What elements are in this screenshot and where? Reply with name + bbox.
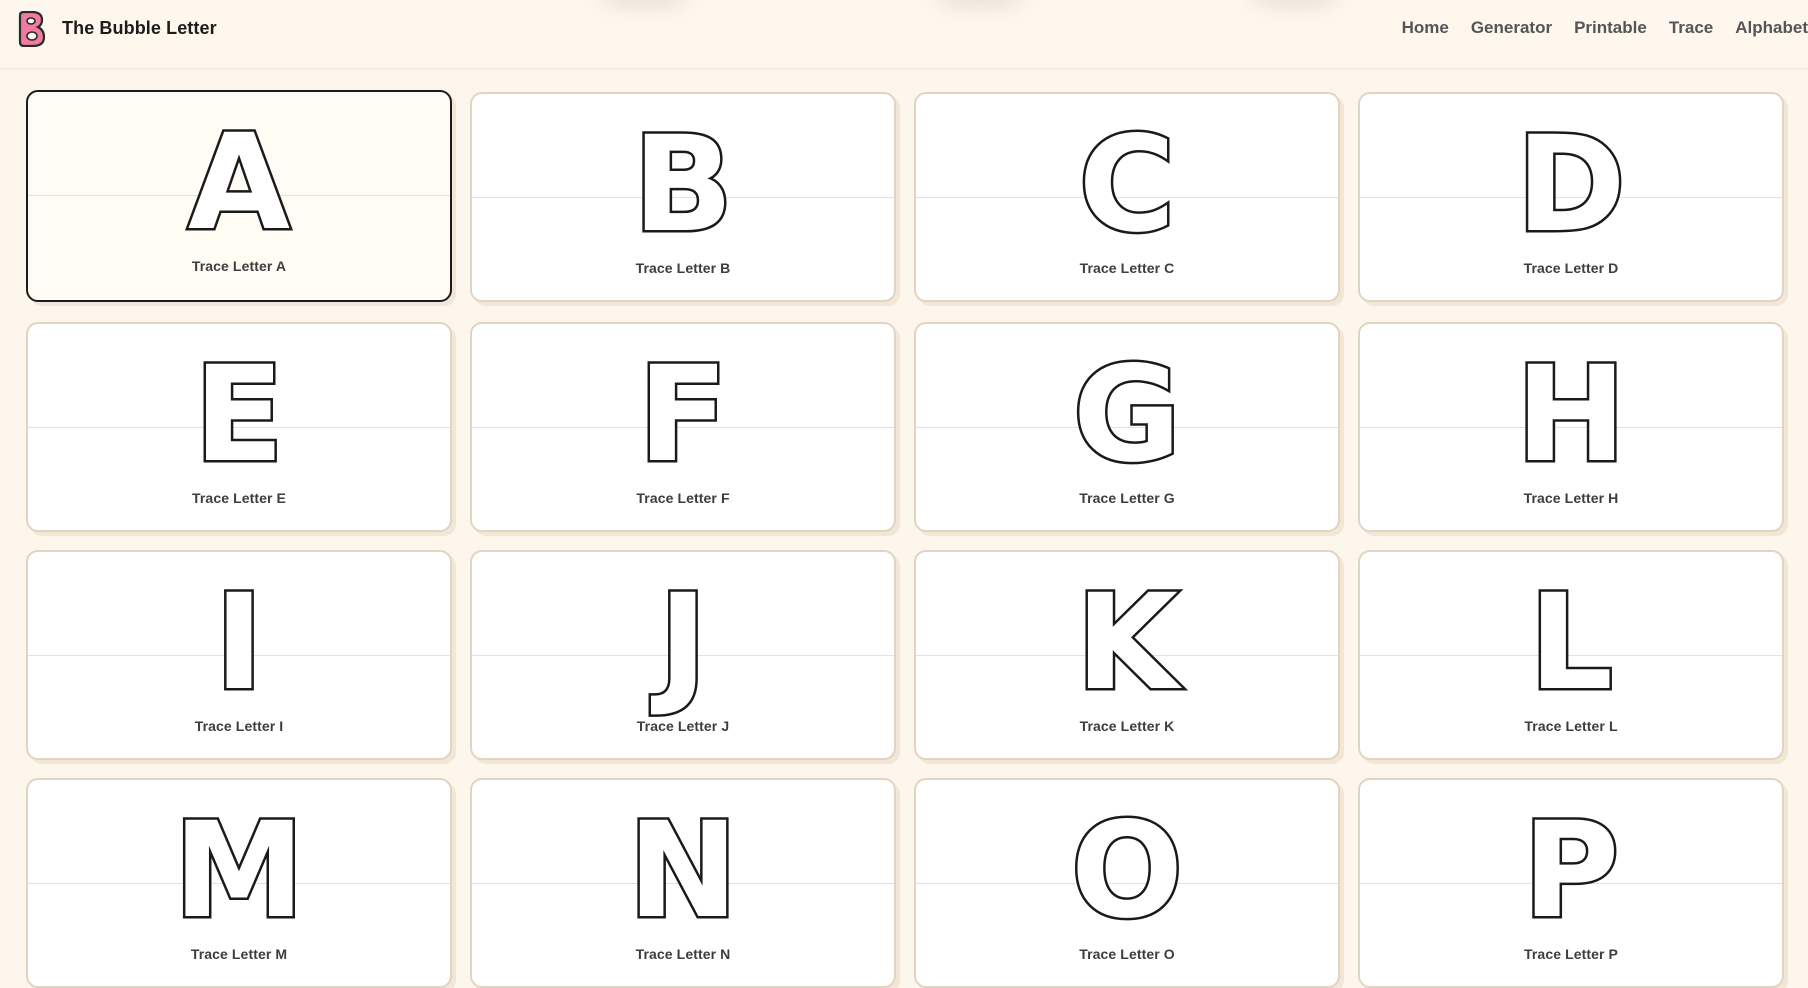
trace-card-m[interactable]: M Trace Letter M <box>26 778 452 988</box>
bubble-letter-glyph: K <box>1073 566 1180 720</box>
nav-generator[interactable]: Generator <box>1471 18 1552 38</box>
card-caption: Trace Letter I <box>194 718 284 734</box>
trace-card-f[interactable]: F Trace Letter F <box>470 322 896 532</box>
bubble-letter-glyph: C <box>1076 108 1178 262</box>
trace-card-j[interactable]: J Trace Letter J <box>470 550 896 760</box>
card-caption: Trace Letter C <box>1079 260 1175 276</box>
card-caption: Trace Letter F <box>636 490 730 506</box>
trace-card-p[interactable]: P Trace Letter P <box>1358 778 1784 988</box>
card-caption: Trace Letter P <box>1524 946 1618 962</box>
bubble-letter-glyph: B <box>630 108 736 262</box>
main-nav: Home Generator Printable Trace Alphabet <box>1380 18 1808 38</box>
card-caption: Trace Letter D <box>1523 260 1619 276</box>
trace-card-b[interactable]: B Trace Letter B <box>470 92 896 302</box>
bubble-letter-glyph: D <box>1514 108 1629 262</box>
card-caption: Trace Letter E <box>192 490 286 506</box>
card-caption: Trace Letter O <box>1079 946 1175 962</box>
trace-card-a[interactable]: A Trace Letter A <box>26 90 452 302</box>
card-caption: Trace Letter G <box>1079 490 1175 506</box>
bubble-letter-glyph: H <box>1513 338 1628 492</box>
bubble-letter-glyph: L <box>1526 566 1615 720</box>
trace-card-o[interactable]: O Trace Letter O <box>914 778 1340 988</box>
nav-home[interactable]: Home <box>1402 18 1449 38</box>
bubble-letter-glyph: A <box>185 106 292 260</box>
card-caption: Trace Letter B <box>635 260 731 276</box>
bubble-letter-glyph: I <box>212 566 266 720</box>
trace-card-l[interactable]: L Trace Letter L <box>1358 550 1784 760</box>
bubble-letter-glyph: J <box>656 566 710 720</box>
bubble-letter-glyph: P <box>1520 794 1622 948</box>
card-caption: Trace Letter L <box>1524 718 1618 734</box>
trace-card-g[interactable]: G Trace Letter G <box>914 322 1340 532</box>
trace-card-e[interactable]: E Trace Letter E <box>26 322 452 532</box>
card-caption: Trace Letter N <box>635 946 731 962</box>
trace-card-h[interactable]: H Trace Letter H <box>1358 322 1784 532</box>
trace-card-d[interactable]: D Trace Letter D <box>1358 92 1784 302</box>
bubble-letter-glyph: F <box>635 338 730 492</box>
card-caption: Trace Letter K <box>1079 718 1175 734</box>
bubble-letter-b-icon[interactable] <box>14 11 46 47</box>
nav-trace[interactable]: Trace <box>1669 18 1713 38</box>
bubble-letter-glyph: G <box>1070 338 1183 492</box>
nav-alphabet[interactable]: Alphabet <box>1735 18 1808 38</box>
trace-card-k[interactable]: K Trace Letter K <box>914 550 1340 760</box>
card-caption: Trace Letter M <box>190 946 288 962</box>
site-title[interactable]: The Bubble Letter <box>62 18 217 39</box>
bubble-letter-glyph: N <box>625 794 740 948</box>
site-header: The Bubble Letter Home Generator Printab… <box>0 0 1808 69</box>
trace-card-c[interactable]: C Trace Letter C <box>914 92 1340 302</box>
card-caption: Trace Letter J <box>636 718 730 734</box>
card-caption: Trace Letter A <box>191 258 287 274</box>
decorative-blob <box>935 0 1025 8</box>
trace-card-n[interactable]: N Trace Letter N <box>470 778 896 988</box>
bubble-letter-glyph: M <box>171 794 307 948</box>
trace-card-i[interactable]: I Trace Letter I <box>26 550 452 760</box>
trace-letter-grid: A Trace Letter A B Trace Letter B C Trac… <box>26 90 1786 988</box>
decorative-blob <box>1250 0 1340 8</box>
decorative-blob <box>600 0 690 8</box>
card-caption: Trace Letter H <box>1523 490 1619 506</box>
bubble-letter-glyph: E <box>191 338 286 492</box>
nav-printable[interactable]: Printable <box>1574 18 1647 38</box>
bubble-letter-glyph: O <box>1068 794 1185 948</box>
